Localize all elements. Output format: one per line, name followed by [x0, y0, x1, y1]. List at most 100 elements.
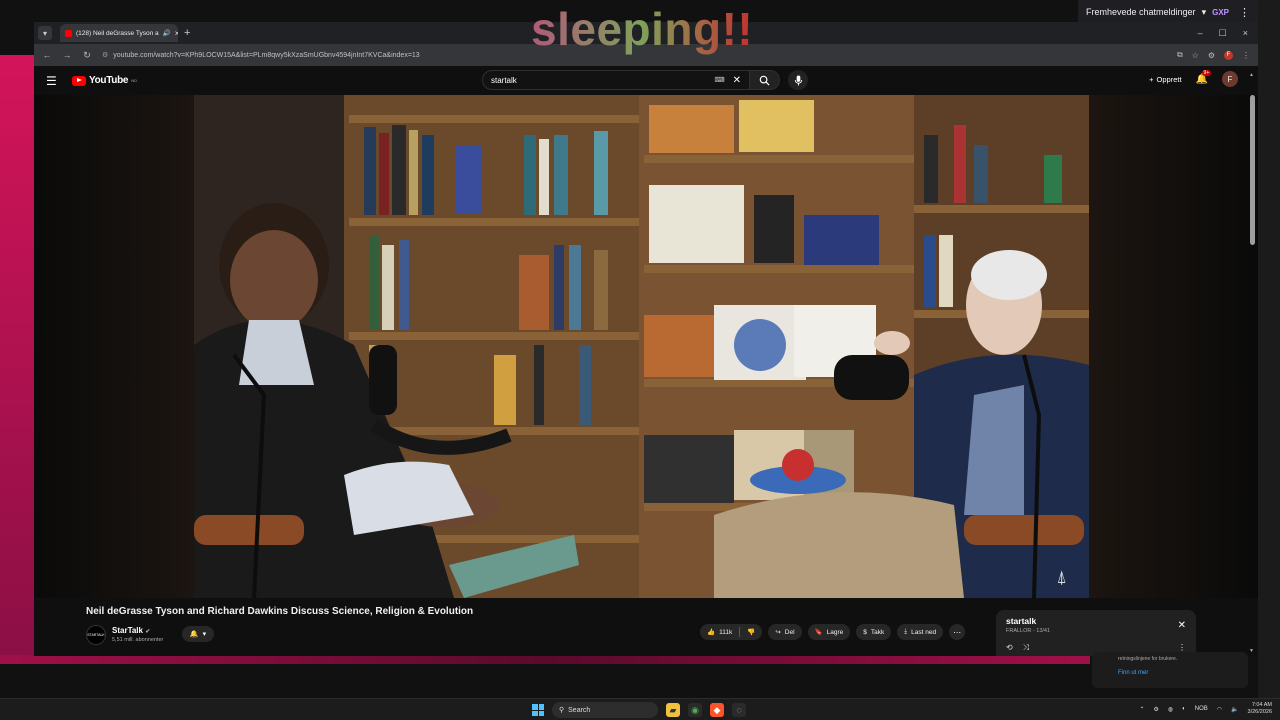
ambient-glow-right [1089, 95, 1258, 598]
subscriber-count: 5,51 mill. abonnenter [112, 637, 164, 643]
notification-count: 9+ [1201, 69, 1212, 76]
chevron-down-icon[interactable]: ▾ [1202, 7, 1207, 18]
tray-app-icon[interactable]: ◐ [1182, 706, 1186, 712]
learn-more-link[interactable]: Finn ut mer [1118, 670, 1222, 676]
tab-youtube[interactable]: (128) Neil deGrasse Tyson a 🔊 × [60, 24, 178, 42]
speaker-icon[interactable]: 🔊 [163, 29, 171, 37]
video-frame[interactable]: ⍋ [194, 95, 1089, 598]
notifications-button[interactable]: 🔔 9+ [1196, 69, 1212, 85]
app-icon[interactable]: ◌ [732, 703, 746, 717]
volume-icon[interactable]: 🔈 [1231, 706, 1238, 713]
scroll-down-icon[interactable]: ▼ [1249, 648, 1254, 654]
thumbs-down-icon[interactable]: 👎 [747, 628, 755, 636]
share-button[interactable]: ↪ Del [768, 624, 802, 640]
video-player[interactable]: ⍋ [34, 95, 1258, 598]
youtube-logo[interactable]: YouTube NO [72, 75, 137, 86]
new-tab-button[interactable]: + [184, 27, 190, 39]
profile-icon[interactable]: F [1224, 50, 1233, 60]
browser-menu-icon[interactable]: ⋮ [1242, 51, 1250, 60]
thumbs-up-icon[interactable]: 👍 [707, 628, 715, 636]
language-indicator[interactable]: NOB [1195, 706, 1208, 712]
install-app-icon[interactable]: ⧉ [1177, 50, 1183, 60]
action-buttons: 👍 111k 👎 ↪ Del 🔖 Lagre $ Takk ⤓ Last ned… [700, 624, 966, 640]
close-window-button[interactable]: × [1243, 28, 1248, 39]
file-explorer-icon[interactable]: ▰ [666, 703, 680, 717]
channel-watermark-icon[interactable]: ⍋ [1056, 567, 1067, 588]
bookmark-star-icon[interactable]: ☆ [1192, 51, 1199, 60]
tab-title: (128) Neil deGrasse Tyson a [76, 29, 159, 37]
like-count: 111k [719, 628, 733, 636]
wifi-icon[interactable]: ◠ [1217, 706, 1222, 713]
create-button[interactable]: + Opprett [1149, 75, 1181, 84]
download-icon: ⤓ [904, 628, 908, 635]
youtube-header: ☰ YouTube NO startalk ⌨ ✕ + Opprett 🔔 9+… [34, 66, 1258, 95]
search-icon: ⚲ [559, 707, 565, 714]
region-code: NO [131, 78, 137, 83]
playlist-title[interactable]: startalk [1006, 616, 1186, 626]
taskbar-search-label: Search [568, 706, 591, 714]
playlist-subtitle: FRALLOR - 13/41 [1006, 628, 1051, 634]
page-scrollbar[interactable] [1250, 95, 1255, 245]
shuffle-icon[interactable]: ⤨ [1023, 643, 1029, 653]
featured-chat-bar[interactable]: Fremhevede chatmeldinger ▾ GXP ⋮ [1078, 0, 1258, 24]
keyboard-icon[interactable]: ⌨ [715, 76, 725, 84]
header-actions: + Opprett 🔔 9+ F [1149, 69, 1238, 87]
minimize-button[interactable]: – [1198, 28, 1203, 39]
video-title: Neil deGrasse Tyson and Richard Dawkins … [86, 606, 474, 617]
chevron-up-icon[interactable]: ⌃ [1139, 706, 1144, 713]
search-input[interactable]: startalk ⌨ ✕ [482, 70, 750, 90]
brave-icon[interactable]: ◆ [710, 703, 724, 717]
thanks-icon: $ [863, 628, 867, 636]
subscription-bell-button[interactable]: 🔔 ▾ [182, 626, 214, 642]
menu-icon[interactable]: ☰ [46, 74, 60, 88]
reload-icon[interactable]: ↻ [82, 50, 92, 61]
video-info: Neil deGrasse Tyson and Richard Dawkins … [34, 598, 1258, 656]
back-icon[interactable]: ← [42, 50, 52, 60]
channel-name-text: StarTalk [112, 626, 143, 635]
channel-avatar[interactable]: STARTALK [86, 625, 106, 645]
extensions-icon[interactable]: ⚙ [1208, 51, 1215, 60]
clock-time: 7:04 AM [1251, 702, 1272, 708]
channel-name[interactable]: StarTalk ✔ [112, 626, 150, 635]
bookmark-icon: 🔖 [814, 629, 823, 636]
account-avatar[interactable]: F [1222, 71, 1238, 87]
windows-start-icon[interactable] [532, 704, 544, 716]
stream-overlay-title: sleeping!! [531, 3, 754, 55]
tab-close-icon[interactable]: × [175, 29, 178, 38]
system-tray: ⌃ ⚙ ◍ ◐ NOB ◠ 🔈 7:04 AM 3/26/2026 [1139, 702, 1272, 716]
more-vert-icon[interactable]: ⋮ [1239, 6, 1250, 19]
thanks-label: Takk [870, 628, 885, 636]
taskbar-clock[interactable]: 7:04 AM 3/26/2026 [1248, 702, 1272, 716]
loop-icon[interactable]: ⟲ [1006, 643, 1013, 653]
tab-search-icon[interactable]: ▾ [38, 26, 52, 40]
settings-icon[interactable]: ⚙ [1154, 706, 1159, 713]
like-dislike-button[interactable]: 👍 111k 👎 [700, 624, 763, 640]
scroll-up-icon[interactable]: ▲ [1249, 72, 1254, 78]
stream-background-left [0, 55, 36, 663]
site-info-icon[interactable]: ⚙ [102, 51, 108, 59]
download-button[interactable]: ⤓ Last ned [897, 624, 944, 640]
youtube-favicon-icon [65, 29, 72, 37]
more-vert-icon[interactable]: ⋮ [1178, 643, 1186, 652]
chevron-down-icon: ▾ [202, 631, 207, 638]
taskbar-search[interactable]: ⚲ Search [552, 702, 658, 718]
save-button[interactable]: 🔖 Lagre [807, 624, 851, 640]
stream-background-right [1258, 0, 1280, 698]
playlist-panel[interactable]: startalk FRALLOR - 13/41 ✕ ⟲ ⤨ ⋮ [996, 610, 1196, 656]
url-text: youtube.com/watch?v=KPh9LOCW15A&list=PLm… [113, 51, 420, 59]
stream-background-bottom [0, 655, 1090, 664]
search-button[interactable] [750, 70, 780, 90]
tray-app-icon[interactable]: ◍ [1168, 706, 1173, 713]
more-actions-button[interactable]: ⋯ [949, 624, 966, 640]
thanks-button[interactable]: $ Takk [856, 624, 892, 640]
clear-search-icon[interactable]: ✕ [733, 75, 741, 86]
share-label: Del [784, 628, 795, 636]
taskbar: ⚲ Search ▰ ◉ ◆ ◌ ⌃ ⚙ ◍ ◐ NOB ◠ 🔈 7:04 AM… [0, 698, 1280, 720]
popup-text: retningslinjene for brukere. [1118, 656, 1178, 662]
gxp-badge: GXP [1212, 7, 1229, 17]
forward-icon[interactable]: → [62, 50, 72, 60]
chrome-icon[interactable]: ◉ [688, 703, 702, 717]
close-icon[interactable]: ✕ [1178, 620, 1186, 631]
maximize-button[interactable]: ☐ [1219, 28, 1227, 39]
voice-search-button[interactable] [788, 70, 808, 90]
